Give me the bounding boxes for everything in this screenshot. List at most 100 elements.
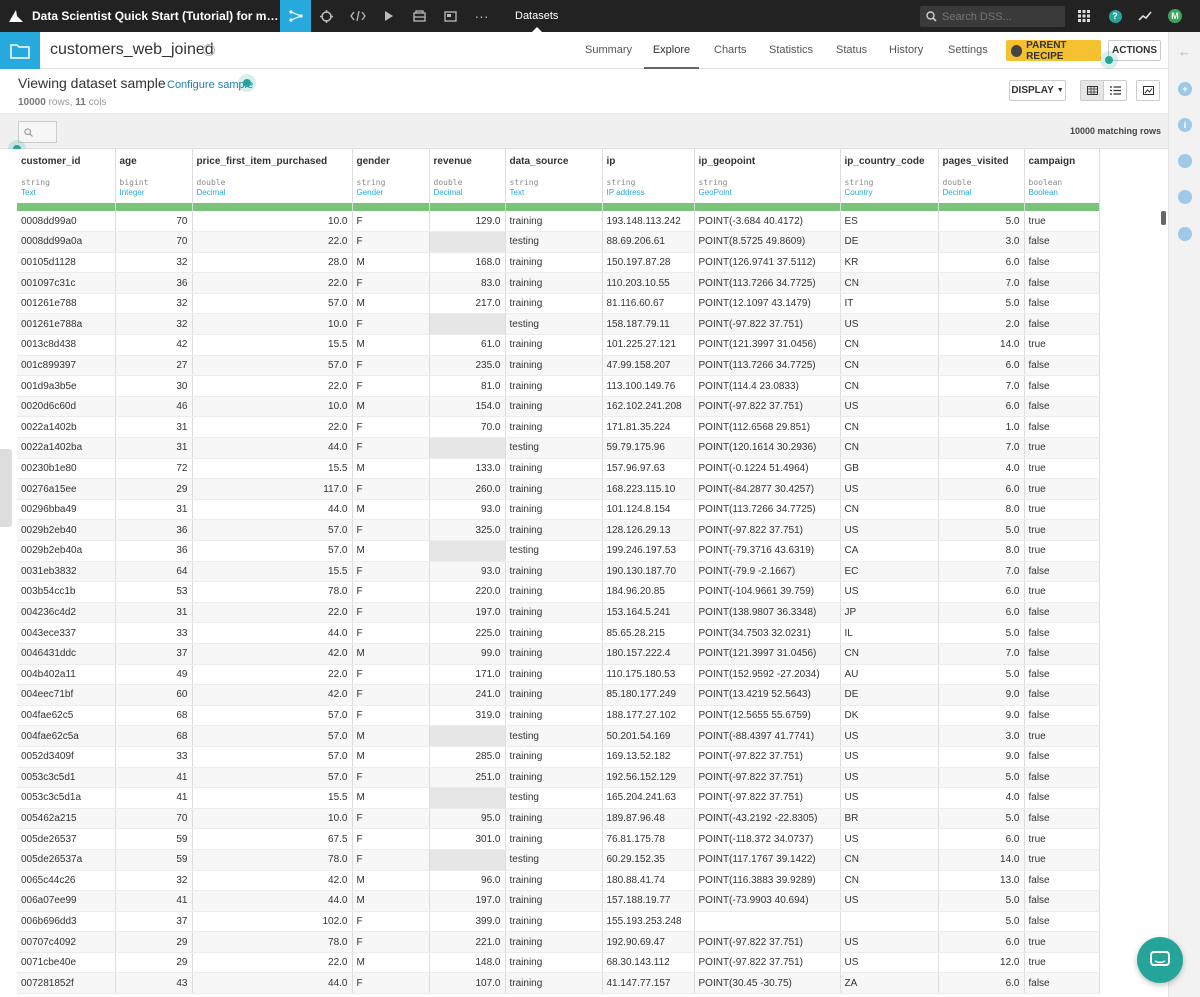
cell-ip-country-code[interactable]: US	[840, 787, 939, 809]
cell-pages-visited[interactable]: 13.0	[938, 870, 1025, 892]
cell-gender[interactable]: F	[352, 602, 430, 624]
cell-ip-geopoint[interactable]: POINT(12.5655 55.6759)	[694, 705, 841, 727]
table-row[interactable]: 004236c4d2 31 22.0 F 197.0 training 153.164.5.…	[17, 602, 1100, 624]
cell-gender[interactable]: F	[352, 437, 430, 459]
cell-campaign[interactable]: true	[1024, 849, 1100, 871]
cell-data-source[interactable]: training	[505, 561, 603, 583]
cell-gender[interactable]: F	[352, 478, 430, 500]
cell-age[interactable]: 27	[115, 355, 193, 377]
table-row[interactable]: 006a07ee99 41 44.0 M 197.0 training 157.188.19…	[17, 890, 1100, 912]
cell-pages-visited[interactable]: 14.0	[938, 849, 1025, 871]
cell-ip[interactable]: 180.88.41.74	[602, 870, 695, 892]
cell-revenue[interactable]: 93.0	[429, 499, 506, 521]
cell-campaign[interactable]: true	[1024, 828, 1100, 850]
cell-data-source[interactable]: training	[505, 767, 603, 789]
cell-gender[interactable]: F	[352, 375, 430, 397]
cell-campaign[interactable]: true	[1024, 478, 1100, 500]
cell-ip[interactable]: 47.99.158.207	[602, 355, 695, 377]
cell-ip-country-code[interactable]: KR	[840, 252, 939, 274]
cell-ip[interactable]: 101.225.27.121	[602, 334, 695, 356]
table-row[interactable]: 0065c44c26 32 42.0 M 96.0 training 180.88.41.7…	[17, 870, 1100, 892]
cell-age[interactable]: 33	[115, 746, 193, 768]
cell-price-first-item-purchased[interactable]: 10.0	[192, 211, 353, 233]
cell-pages-visited[interactable]: 2.0	[938, 313, 1025, 336]
column-meaning[interactable]: Decimal	[939, 188, 1024, 203]
cell-ip-country-code[interactable]: CN	[840, 643, 939, 665]
table-row[interactable]: 005de26537a 59 78.0 Ftesting 60.29.152.35 POI…	[17, 849, 1100, 871]
cell-ip-geopoint[interactable]: POINT(117.1767 39.1422)	[694, 849, 841, 871]
cell-revenue[interactable]: 70.0	[429, 416, 506, 439]
cell-ip-country-code[interactable]	[840, 911, 939, 933]
cell-revenue[interactable]: 148.0	[429, 952, 506, 974]
cell-campaign[interactable]: true	[1024, 952, 1100, 974]
cell-pages-visited[interactable]: 1.0	[938, 416, 1025, 439]
cell-campaign[interactable]: false	[1024, 911, 1100, 933]
cell-age[interactable]: 70	[115, 231, 193, 253]
cell-ip-country-code[interactable]: JP	[840, 602, 939, 624]
cell-revenue[interactable]: 325.0	[429, 519, 506, 541]
cell-campaign[interactable]: false	[1024, 355, 1100, 377]
column-header-price-first-item-purchased[interactable]: price_first_item_purchased double Decimal	[192, 149, 353, 211]
cell-customer-id[interactable]: 0022a1402ba	[17, 437, 116, 459]
cell-customer-id[interactable]: 0020d6c60d	[17, 396, 116, 418]
parent-recipe-button[interactable]: PARENT RECIPE	[1006, 40, 1101, 62]
cell-ip-geopoint[interactable]: POINT(-97.822 37.751)	[694, 313, 841, 336]
cell-gender[interactable]: F	[352, 972, 430, 995]
search-input[interactable]	[942, 10, 1052, 23]
cell-revenue[interactable]	[429, 725, 506, 747]
table-row[interactable]: 0052d3409f 33 57.0 M 285.0 training 169.13.52.…	[17, 746, 1100, 768]
display-dropdown[interactable]: DISPLAY ▼	[1009, 80, 1066, 101]
cell-customer-id[interactable]: 006a07ee99	[17, 890, 116, 912]
table-row[interactable]: 00276a15ee 29 117.0 F 260.0 training 168.223.1…	[17, 478, 1100, 500]
cell-customer-id[interactable]: 004fae62c5	[17, 705, 116, 727]
cell-ip[interactable]: 85.65.28.215	[602, 622, 695, 644]
table-row[interactable]: 0029b2eb40 36 57.0 F 325.0 training 128.126.29…	[17, 519, 1100, 541]
cell-price-first-item-purchased[interactable]: 57.0	[192, 519, 353, 541]
cell-campaign[interactable]: false	[1024, 396, 1100, 418]
cell-pages-visited[interactable]: 5.0	[938, 890, 1025, 912]
table-row[interactable]: 004b402a11 49 22.0 F 171.0 training 110.175.18…	[17, 664, 1100, 686]
cell-data-source[interactable]: training	[505, 705, 603, 727]
user-avatar[interactable]: M	[1168, 9, 1182, 23]
global-search[interactable]	[920, 6, 1065, 27]
cell-age[interactable]: 31	[115, 499, 193, 521]
cell-ip-geopoint[interactable]: POINT(8.5725 49.8609)	[694, 231, 841, 253]
cell-age[interactable]: 60	[115, 684, 193, 706]
column-meaning[interactable]: Decimal	[193, 188, 352, 203]
cell-ip-geopoint[interactable]: POINT(12.1097 43.1479)	[694, 293, 841, 315]
cell-pages-visited[interactable]: 7.0	[938, 272, 1025, 294]
cell-ip-country-code[interactable]: CN	[840, 355, 939, 377]
cell-revenue[interactable]	[429, 313, 506, 336]
cell-data-source[interactable]: training	[505, 396, 603, 418]
cell-ip-geopoint[interactable]: POINT(-43.2192 -22.8305)	[694, 808, 841, 830]
cell-price-first-item-purchased[interactable]: 22.0	[192, 231, 353, 253]
cell-ip-geopoint[interactable]: POINT(-97.822 37.751)	[694, 396, 841, 418]
table-view-button[interactable]	[1080, 80, 1104, 101]
cell-customer-id[interactable]: 006b696dd3	[17, 911, 116, 933]
table-row[interactable]: 004eec71bf 60 42.0 F 241.0 training 85.180.177…	[17, 684, 1100, 706]
cell-ip-geopoint[interactable]: POINT(13.4219 52.5643)	[694, 684, 841, 706]
cell-ip-country-code[interactable]: CN	[840, 416, 939, 439]
cell-pages-visited[interactable]: 6.0	[938, 252, 1025, 274]
cell-data-source[interactable]: testing	[505, 313, 603, 336]
cell-ip[interactable]: 168.223.115.10	[602, 478, 695, 500]
cell-gender[interactable]: F	[352, 272, 430, 294]
cell-ip[interactable]: 41.147.77.157	[602, 972, 695, 995]
cell-price-first-item-purchased[interactable]: 44.0	[192, 890, 353, 912]
column-meaning[interactable]: Country	[841, 188, 938, 203]
cell-ip[interactable]: 157.96.97.63	[602, 458, 695, 480]
cell-gender[interactable]: F	[352, 211, 430, 233]
cell-ip-geopoint[interactable]: POINT(-88.4397 41.7741)	[694, 725, 841, 747]
cell-ip[interactable]: 155.193.253.248	[602, 911, 695, 933]
cell-ip-geopoint[interactable]: POINT(-3.684 40.4172)	[694, 211, 841, 233]
cell-age[interactable]: 36	[115, 519, 193, 541]
filter-search-field[interactable]	[18, 121, 57, 143]
column-meaning[interactable]: GeoPoint	[695, 188, 840, 203]
cell-age[interactable]: 32	[115, 870, 193, 892]
cell-ip-geopoint[interactable]: POINT(34.7503 32.0231)	[694, 622, 841, 644]
cell-revenue[interactable]: 107.0	[429, 972, 506, 995]
cell-data-source[interactable]: training	[505, 478, 603, 500]
tab-status[interactable]: Status	[836, 32, 867, 69]
cell-gender[interactable]: F	[352, 622, 430, 644]
cell-ip-geopoint[interactable]: POINT(-97.822 37.751)	[694, 931, 841, 953]
